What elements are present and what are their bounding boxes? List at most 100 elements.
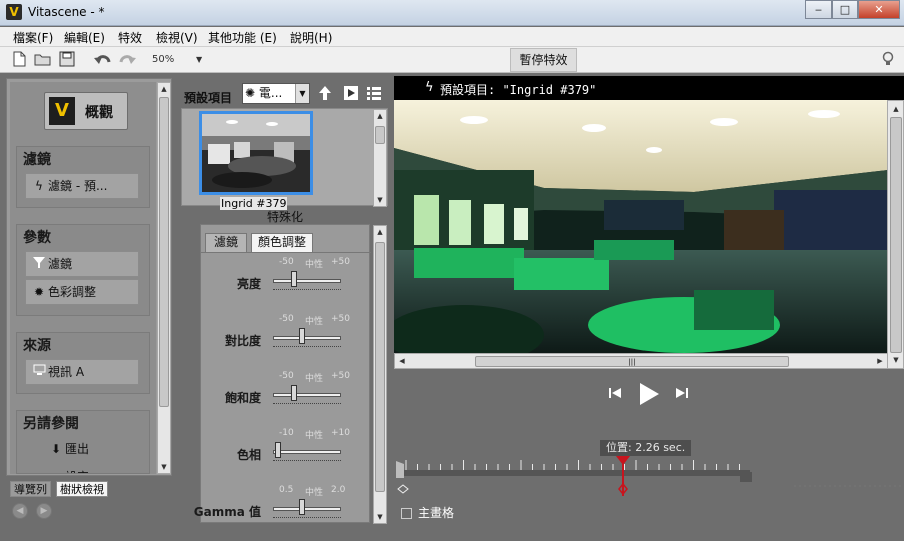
sun-icon: ✺ [245,86,256,100]
slider-track[interactable] [273,279,341,283]
save-icon[interactable] [58,51,76,68]
lightbulb-icon[interactable] [882,51,894,71]
scroll-up-icon[interactable]: ▲ [890,103,902,115]
menu-file[interactable]: 檔案(F) [13,29,53,46]
navigation-content: V 概觀 濾鏡 ϟ 濾鏡 - 預... 參數 濾鏡 ✹ 色彩調整 來源 視訊 A… [10,82,156,474]
skip-forward-icon[interactable] [675,386,689,403]
tab-filter[interactable]: 濾鏡 [205,233,247,252]
app-logo-icon: V [6,4,22,20]
slider-mid: 中性 [305,488,324,498]
tab-color-adjust[interactable]: 顏色調整 [251,233,313,252]
slider-thumb[interactable] [299,499,305,515]
preset-select[interactable]: ✺ 電... ▼ [242,83,310,104]
button-label: 匯出 [65,442,90,456]
chevron-down-icon[interactable]: ▼ [295,84,309,103]
scroll-up-icon[interactable]: ▲ [374,226,386,238]
viewer-header: ϟ 預設項目: "Ingrid #379" [394,76,904,100]
list-view-icon[interactable] [365,85,383,103]
color-adjust-button[interactable]: ✹ 色彩調整 [25,279,139,305]
scroll-thumb[interactable] [159,97,169,407]
menu-other[interactable]: 其他功能 (E) [208,29,277,46]
pause-effects-button[interactable]: 暫停特效 [510,48,577,72]
skip-back-icon[interactable] [608,386,622,403]
scroll-thumb[interactable] [375,242,385,492]
close-button[interactable]: ✕ [858,0,900,19]
play-box-icon[interactable] [342,85,360,103]
tab-divider [201,252,371,253]
scroll-up-icon[interactable]: ▲ [158,83,170,95]
preset-select-value: 電... [258,86,283,100]
redo-icon[interactable] [118,51,136,68]
preset-thumbnail[interactable] [199,111,313,195]
export-button[interactable]: ⬇ 匯出 [25,437,139,463]
overlay-grid-checkbox[interactable]: 主畫格 [401,504,454,521]
slider-min: -50 [279,257,294,267]
slider-max: +50 [331,314,350,324]
slider-group: 飽和度 -50 中性 +50 [201,371,371,427]
left-panel-tabs: 導覽列 樹狀檢視 [10,481,120,497]
viewer-vscrollbar[interactable]: ▲ ▼ [887,100,904,369]
menu-help[interactable]: 說明(H) [290,29,332,46]
slider-mid: 中性 [305,317,324,327]
undo-icon[interactable] [94,51,112,68]
scroll-thumb[interactable] [890,117,902,353]
section-title: 參數 [23,230,51,246]
scroll-right-icon[interactable]: ▶ [874,355,886,367]
viewer-hscrollbar[interactable]: ◀ ||| ▶ [394,353,888,369]
slider-track[interactable] [273,393,341,397]
minimize-button[interactable]: ‒ [805,0,832,19]
timeline-ruler[interactable] [394,456,904,496]
scroll-down-icon[interactable]: ▼ [374,194,386,206]
button-label: 色彩調整 [48,285,97,299]
section-parameters: 參數 濾鏡 ✹ 色彩調整 [16,224,150,316]
menu-effects[interactable]: 特效 [118,29,142,46]
checkbox-box[interactable] [401,508,412,519]
video-a-button[interactable]: 視訊 A [25,359,139,385]
maximize-button[interactable]: □ [832,0,858,19]
overview-label: 概觀 [85,105,113,121]
new-file-icon[interactable] [10,51,28,68]
tab-tree-view[interactable]: 樹狀檢視 [56,481,108,497]
filter-preset-button[interactable]: ϟ 濾鏡 - 預... [25,173,139,199]
scroll-thumb[interactable] [375,126,385,144]
slider-thumb[interactable] [291,385,297,401]
slider-mid: 中性 [305,431,324,441]
bolt-icon: ϟ [35,179,43,193]
overview-button[interactable]: V 概觀 [44,92,128,130]
button-label: 設定 [65,470,89,473]
scroll-down-icon[interactable]: ▼ [890,354,902,366]
scroll-thumb[interactable]: ||| [475,356,789,367]
slider-thumb[interactable] [299,328,305,344]
adjust-scrollbar[interactable]: ▲ ▼ [373,225,387,524]
slider-thumb[interactable] [275,442,281,458]
scroll-down-icon[interactable]: ▼ [374,511,386,523]
menu-edit[interactable]: 編輯(E) [64,29,105,46]
slider-thumb[interactable] [291,271,297,287]
scroll-down-icon[interactable]: ▼ [158,461,170,473]
video-preview[interactable] [394,100,888,353]
slider-min: -50 [279,371,294,381]
slider-max: 2.0 [331,485,346,495]
slider-track[interactable] [273,507,341,511]
preset-bar: 預設項目 ✺ 電... ▼ [178,80,392,108]
menu-view[interactable]: 檢視(V) [156,29,198,46]
open-folder-icon[interactable] [34,51,52,68]
forward-arrow-icon[interactable]: ▶ [36,503,52,519]
slider-label: Gamma 值 [193,505,261,519]
thumbnail-scrollbar[interactable]: ▲ ▼ [373,109,387,207]
navigation-panel: V 概觀 濾鏡 ϟ 濾鏡 - 預... 參數 濾鏡 ✹ 色彩調整 來源 視訊 A… [6,78,172,476]
scroll-up-icon[interactable]: ▲ [374,110,386,122]
left-panel-scrollbar[interactable]: ▲ ▼ [157,82,171,474]
tab-navigation[interactable]: 導覽列 [10,481,51,497]
zoom-select[interactable]: 50% ▼ [152,51,204,68]
playhead[interactable] [616,456,631,496]
settings-button[interactable]: ✂設定 [25,465,139,473]
slider-track[interactable] [273,450,341,454]
slider-track[interactable] [273,336,341,340]
back-arrow-icon[interactable]: ◀ [12,503,28,519]
filter-button[interactable]: 濾鏡 [25,251,139,277]
arrow-up-icon[interactable] [316,85,334,103]
play-icon[interactable] [637,382,661,409]
preset-thumbnails: Ingrid #379 ▲ ▼ [181,108,388,210]
scroll-left-icon[interactable]: ◀ [396,355,408,367]
